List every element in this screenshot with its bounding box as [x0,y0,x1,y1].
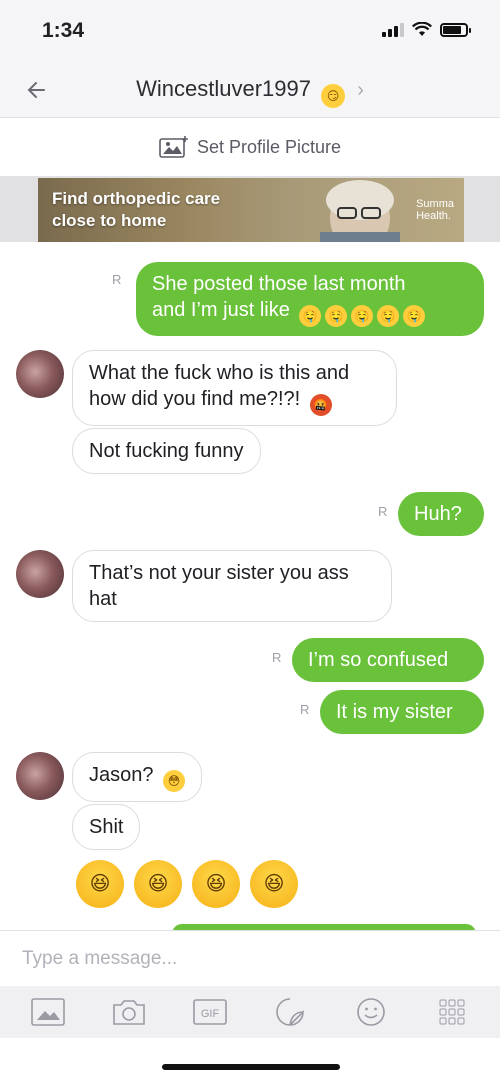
emoji-button[interactable] [353,994,389,1030]
gallery-icon [31,998,66,1026]
read-receipt-icon: R [272,650,282,665]
message-input[interactable] [22,943,472,975]
ad-headline: Find orthopedic care close to home [52,189,221,230]
media-toolbar: GIF [0,986,500,1038]
laughing-emoji[interactable]: 😆 [250,860,298,908]
composer [0,930,500,986]
laughing-emoji[interactable]: 😆 [76,860,124,908]
ad-strip: Find orthopedic care close to home Summa… [0,176,500,242]
sticker-button[interactable] [272,994,308,1030]
conversation-title[interactable]: Wincestluver1997 😏 › [0,76,500,108]
drooling-emoji: 🤤 [325,305,348,327]
status-icons [382,22,471,37]
laughing-emoji[interactable]: 😆 [192,860,240,908]
home-indicator[interactable] [162,1064,340,1070]
sticker-icon [276,998,305,1026]
cursing-emoji: 🤬 [309,394,332,416]
ad-banner[interactable]: Find orthopedic care close to home Summa… [38,178,464,242]
home-bar [0,1038,500,1082]
ad-person-image [320,180,400,242]
read-receipt-icon: R [378,504,388,519]
message-bubble-outgoing[interactable]: I’m so confused [292,638,484,682]
signal-icon [382,22,404,37]
camera-icon [113,1000,145,1025]
drooling-emoji: 🤤 [377,305,400,327]
gallery-button[interactable] [30,994,66,1030]
message-bubble-outgoing[interactable]: Huh? [398,492,484,536]
status-time: 1:34 [42,19,85,42]
drooling-emoji: 🤤 [403,305,426,327]
drooling-emoji: 🤤 [351,305,374,327]
more-button[interactable] [434,994,470,1030]
chevron-right-icon: › [357,79,364,101]
message-bubble-incoming[interactable]: What the fuck who is this and how did yo… [72,350,397,426]
gif-icon: GIF [192,999,227,1025]
message-bubble-outgoing[interactable]: She posted those last month and I’m just… [136,262,484,336]
svg-text:GIF: GIF [200,1008,219,1020]
message-bubble-incoming[interactable]: That’s not your sister you ass hat [72,550,392,622]
message-list[interactable]: R She posted those last month and I’m ju… [0,242,500,930]
message-bubble-incoming[interactable]: Not fucking funny [72,428,261,474]
avatar[interactable] [16,550,64,598]
flushed-emoji: 😳 [163,770,186,792]
avatar[interactable] [16,350,64,398]
read-receipt-icon: R [112,272,122,287]
nav-bar: Wincestluver1997 😏 › [0,62,500,118]
message-bubble-outgoing[interactable]: It is my sister [320,690,484,734]
wifi-icon [412,22,432,36]
set-profile-picture-label: Set Profile Picture [196,136,342,157]
smirk-emoji: 😏 [321,84,346,108]
avatar[interactable] [16,752,64,800]
battery-icon [440,22,471,37]
message-bubble-incoming[interactable]: Jason? 😳 [72,752,203,802]
drooling-emoji: 🤤 [299,305,322,327]
contact-name: Wincestluver1997 [136,76,311,101]
camera-button[interactable] [111,994,147,1030]
set-profile-picture-button[interactable]: Set Profile Picture [0,118,500,176]
grid-icon [439,999,465,1025]
smiley-icon [357,998,385,1026]
read-receipt-icon: R [300,702,310,717]
laughing-emoji[interactable]: 😆 [134,860,182,908]
gif-button[interactable]: GIF [192,994,228,1030]
add-photo-icon [159,136,188,158]
status-bar: 1:34 [0,0,500,62]
ad-brand: Summa Health. [416,198,454,222]
message-bubble-incoming[interactable]: Shit [72,804,141,850]
